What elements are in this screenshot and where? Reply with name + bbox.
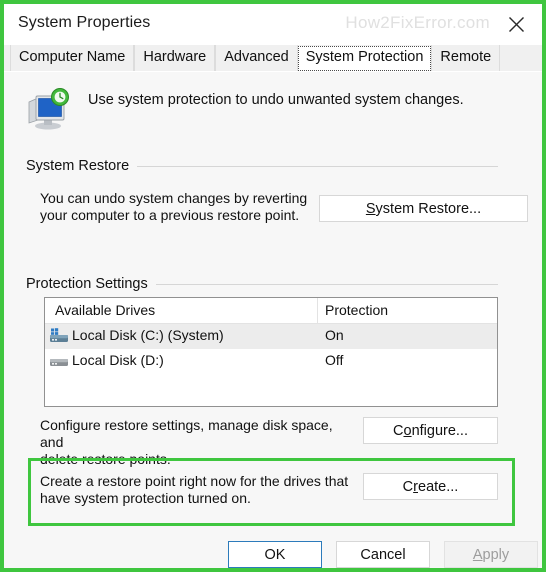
cancel-button-label: Cancel xyxy=(360,546,406,563)
group-rule-system-restore xyxy=(132,166,498,167)
table-cell-protection: On xyxy=(325,327,344,343)
system-restore-button-label: System Restore... xyxy=(365,200,482,217)
panel-description: Use system protection to undo unwanted s… xyxy=(88,92,464,108)
table-cell-protection: Off xyxy=(325,352,344,368)
tab-strip: Computer Name Hardware Advanced System P… xyxy=(4,45,542,71)
configure-button[interactable]: Configure... xyxy=(363,417,498,444)
window-title: System Properties xyxy=(18,14,151,31)
create-button-label: Create... xyxy=(402,478,459,495)
tab-advanced[interactable]: Advanced xyxy=(215,45,298,71)
table-header-row: Available Drives Protection xyxy=(45,298,497,324)
cancel-button[interactable]: Cancel xyxy=(336,541,430,568)
configure-description: Configure restore settings, manage disk … xyxy=(40,417,333,467)
system-restore-icon xyxy=(26,88,72,132)
ok-button-label: OK xyxy=(264,546,286,563)
ok-button[interactable]: OK xyxy=(228,541,322,568)
close-icon xyxy=(508,16,525,33)
panel-header: Use system protection to undo unwanted s… xyxy=(26,86,516,136)
table-column-divider xyxy=(317,298,318,323)
tab-panel-system-protection: Use system protection to undo unwanted s… xyxy=(4,71,542,568)
tab-system-protection[interactable]: System Protection xyxy=(297,46,432,71)
watermark-text: How2FixError.com xyxy=(345,13,490,32)
tab-computer-name[interactable]: Computer Name xyxy=(10,45,135,71)
table-row[interactable]: Local Disk (D:) Off xyxy=(45,349,497,374)
group-label-system-restore: System Restore xyxy=(26,158,138,174)
create-button[interactable]: Create... xyxy=(363,473,498,500)
group-label-protection-settings: Protection Settings xyxy=(26,276,156,292)
title-bar: System Properties How2FixError.com xyxy=(4,4,542,46)
close-button[interactable] xyxy=(494,4,538,44)
table-header-protection: Protection xyxy=(325,302,389,318)
configure-button-label: Configure... xyxy=(393,422,468,439)
tab-hardware[interactable]: Hardware xyxy=(134,45,216,71)
system-restore-button[interactable]: System Restore... xyxy=(319,195,528,222)
create-description: Create a restore point right now for the… xyxy=(40,473,349,506)
apply-button[interactable]: Apply xyxy=(444,541,538,568)
table-header-available-drives: Available Drives xyxy=(55,302,156,318)
apply-button-label: Apply xyxy=(472,546,510,563)
drive-icon xyxy=(49,353,69,370)
system-drive-icon xyxy=(49,328,69,345)
tab-remote[interactable]: Remote xyxy=(431,45,501,71)
table-cell-drive-name: Local Disk (D:) xyxy=(72,352,164,368)
system-properties-window: System Properties How2FixError.com Compu… xyxy=(0,0,546,572)
table-row[interactable]: Local Disk (C:) (System) On xyxy=(45,324,497,349)
available-drives-table[interactable]: Available Drives Protection Local Disk (… xyxy=(44,297,498,407)
group-rule-protection-settings xyxy=(146,284,498,285)
system-restore-description: You can undo system changes by reverting… xyxy=(40,190,308,223)
table-cell-drive-name: Local Disk (C:) (System) xyxy=(72,327,224,343)
